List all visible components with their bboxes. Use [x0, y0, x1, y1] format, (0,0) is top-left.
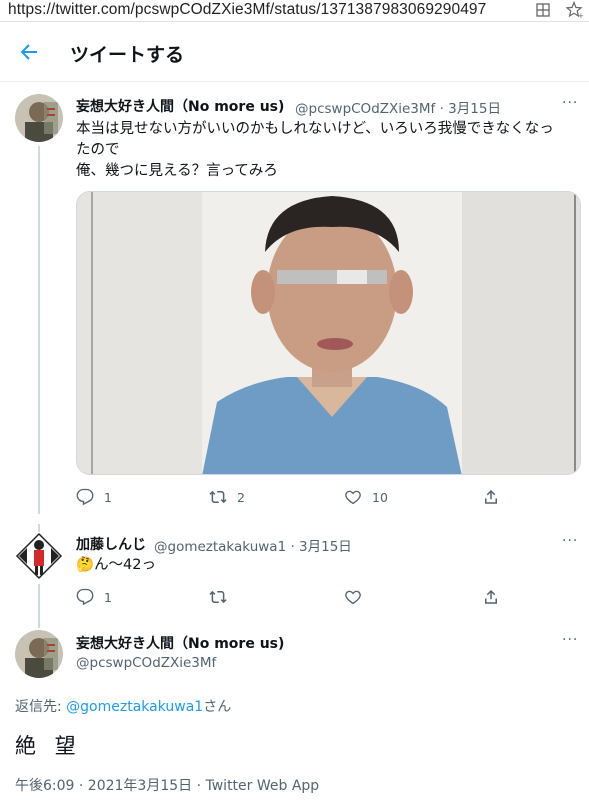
retweet-button[interactable]: 2 [209, 488, 245, 506]
reply-icon [76, 488, 94, 506]
replying-prefix: 返信先: [15, 699, 67, 715]
author-handle[interactable]: @pcswpCOdZXie3Mf [76, 655, 216, 671]
retweet-icon [209, 490, 227, 504]
share-button[interactable] [482, 488, 500, 506]
thread-line [38, 146, 40, 514]
heart-icon [345, 490, 361, 505]
tweet-text-line: 本当は見せない方がいいのかもしれないけど、いろいろ我慢できなくなっ [76, 121, 554, 137]
reply-count: 1 [104, 589, 112, 605]
page-header: ツイートする [0, 22, 589, 82]
reply-text: 🤔ん〜42っ [76, 555, 156, 576]
more-icon[interactable]: ··· [562, 95, 578, 111]
reply-icon [76, 588, 94, 606]
mention-link[interactable]: @gomeztakakuwa1 [66, 699, 203, 715]
heart-icon [345, 590, 361, 605]
like-button[interactable] [344, 588, 362, 606]
tweet-photo[interactable] [76, 191, 581, 475]
author-handle-date[interactable]: @pcswpCOdZXie3Mf · 3月15日 [295, 97, 501, 117]
replying-to: 返信先: @gomeztakakuwa1さん [15, 696, 231, 716]
main-tweet-text: 絶 望 [15, 734, 82, 758]
retweet-count: 2 [237, 489, 245, 505]
avatar[interactable] [15, 630, 63, 678]
share-button[interactable] [482, 588, 500, 606]
author-name[interactable]: 加藤しんじ [76, 534, 146, 554]
reply-button[interactable]: 1 [76, 588, 112, 606]
reply-text-content: ん〜42っ [94, 557, 157, 573]
like-count: 10 [372, 489, 388, 505]
url-text[interactable]: https://twitter.com/pcswpCOdZXie3Mf/stat… [8, 1, 486, 19]
share-icon [485, 589, 497, 604]
more-icon[interactable]: ··· [562, 632, 578, 648]
author-name[interactable]: 妄想大好き人間（No more us) [76, 96, 284, 116]
replying-suffix: さん [203, 699, 232, 715]
like-button[interactable]: 10 [344, 488, 388, 506]
author-name[interactable]: 妄想大好き人間（No more us) [76, 633, 284, 653]
retweet-icon [209, 590, 227, 604]
more-icon[interactable]: ··· [562, 533, 578, 549]
thread-line [38, 584, 40, 628]
favorite-star-icon[interactable]: + [565, 0, 584, 20]
reply-button[interactable]: 1 [76, 488, 112, 506]
thinking-face-emoji: 🤔 [76, 557, 95, 573]
retweet-button[interactable] [209, 588, 227, 606]
reader-mode-icon[interactable] [535, 2, 551, 18]
tweet-text-line: 俺、幾つに見える？言ってみろ [76, 163, 278, 179]
author-handle-date[interactable]: @gomeztakakuwa1 · 3月15日 [154, 535, 352, 555]
reply-count: 1 [104, 489, 112, 505]
avatar[interactable] [15, 532, 63, 580]
share-icon [485, 489, 497, 504]
page-title: ツイートする [70, 44, 185, 66]
browser-url-bar[interactable]: https://twitter.com/pcswpCOdZXie3Mf/stat… [0, 0, 589, 22]
svg-text:+: + [578, 12, 584, 19]
arrow-left-icon[interactable] [17, 40, 41, 64]
tweet-timestamp[interactable]: 午後6:09 · 2021年3月15日 · Twitter Web App [15, 775, 319, 795]
avatar[interactable] [15, 94, 63, 142]
tweet-text-line: たので [76, 142, 120, 158]
